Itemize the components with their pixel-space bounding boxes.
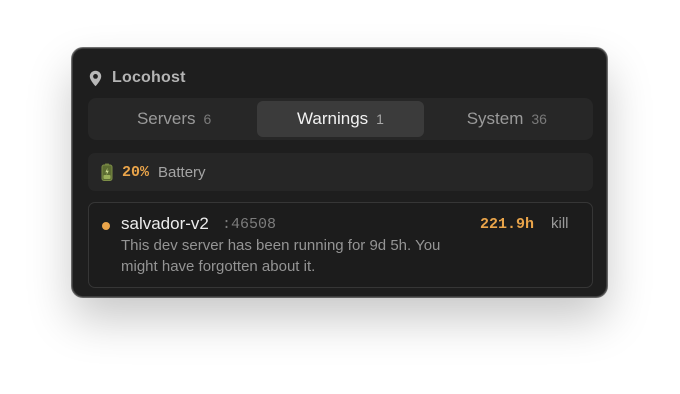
tab-servers[interactable]: Servers 6 [91, 101, 257, 137]
tab-label: Warnings [297, 109, 369, 128]
tab-label: Servers [136, 109, 196, 128]
tab-count: 6 [203, 111, 212, 127]
tab-system[interactable]: System 36 [424, 101, 590, 137]
battery-label: Battery [158, 163, 206, 181]
server-port: :46508 [222, 216, 277, 233]
uptime-value: 221.9h [480, 216, 535, 233]
location-pin-icon [89, 70, 102, 87]
tab-warnings[interactable]: Warnings 1 [257, 101, 424, 137]
tab-bar: Servers 6 Warnings 1 System 36 [88, 98, 593, 140]
tab-count: 1 [376, 111, 384, 127]
server-name: salvador-v2 [121, 214, 209, 233]
tab-label: System [466, 109, 524, 128]
warning-card: salvador-v2 :46508 This dev server has b… [88, 202, 593, 288]
status-dot-icon [102, 222, 110, 230]
app-title: Locohost [112, 69, 186, 86]
warning-description: This dev server has been running for 9d … [121, 237, 441, 275]
battery-status: 20% Battery [88, 153, 593, 191]
kill-button[interactable]: kill [551, 215, 569, 232]
tab-count: 36 [531, 111, 547, 127]
app-window: Locohost Servers 6 Warnings 1 System 36 … [72, 48, 607, 297]
titlebar: Locohost [89, 67, 186, 89]
battery-icon [101, 163, 113, 181]
battery-percent: 20% [122, 163, 150, 181]
